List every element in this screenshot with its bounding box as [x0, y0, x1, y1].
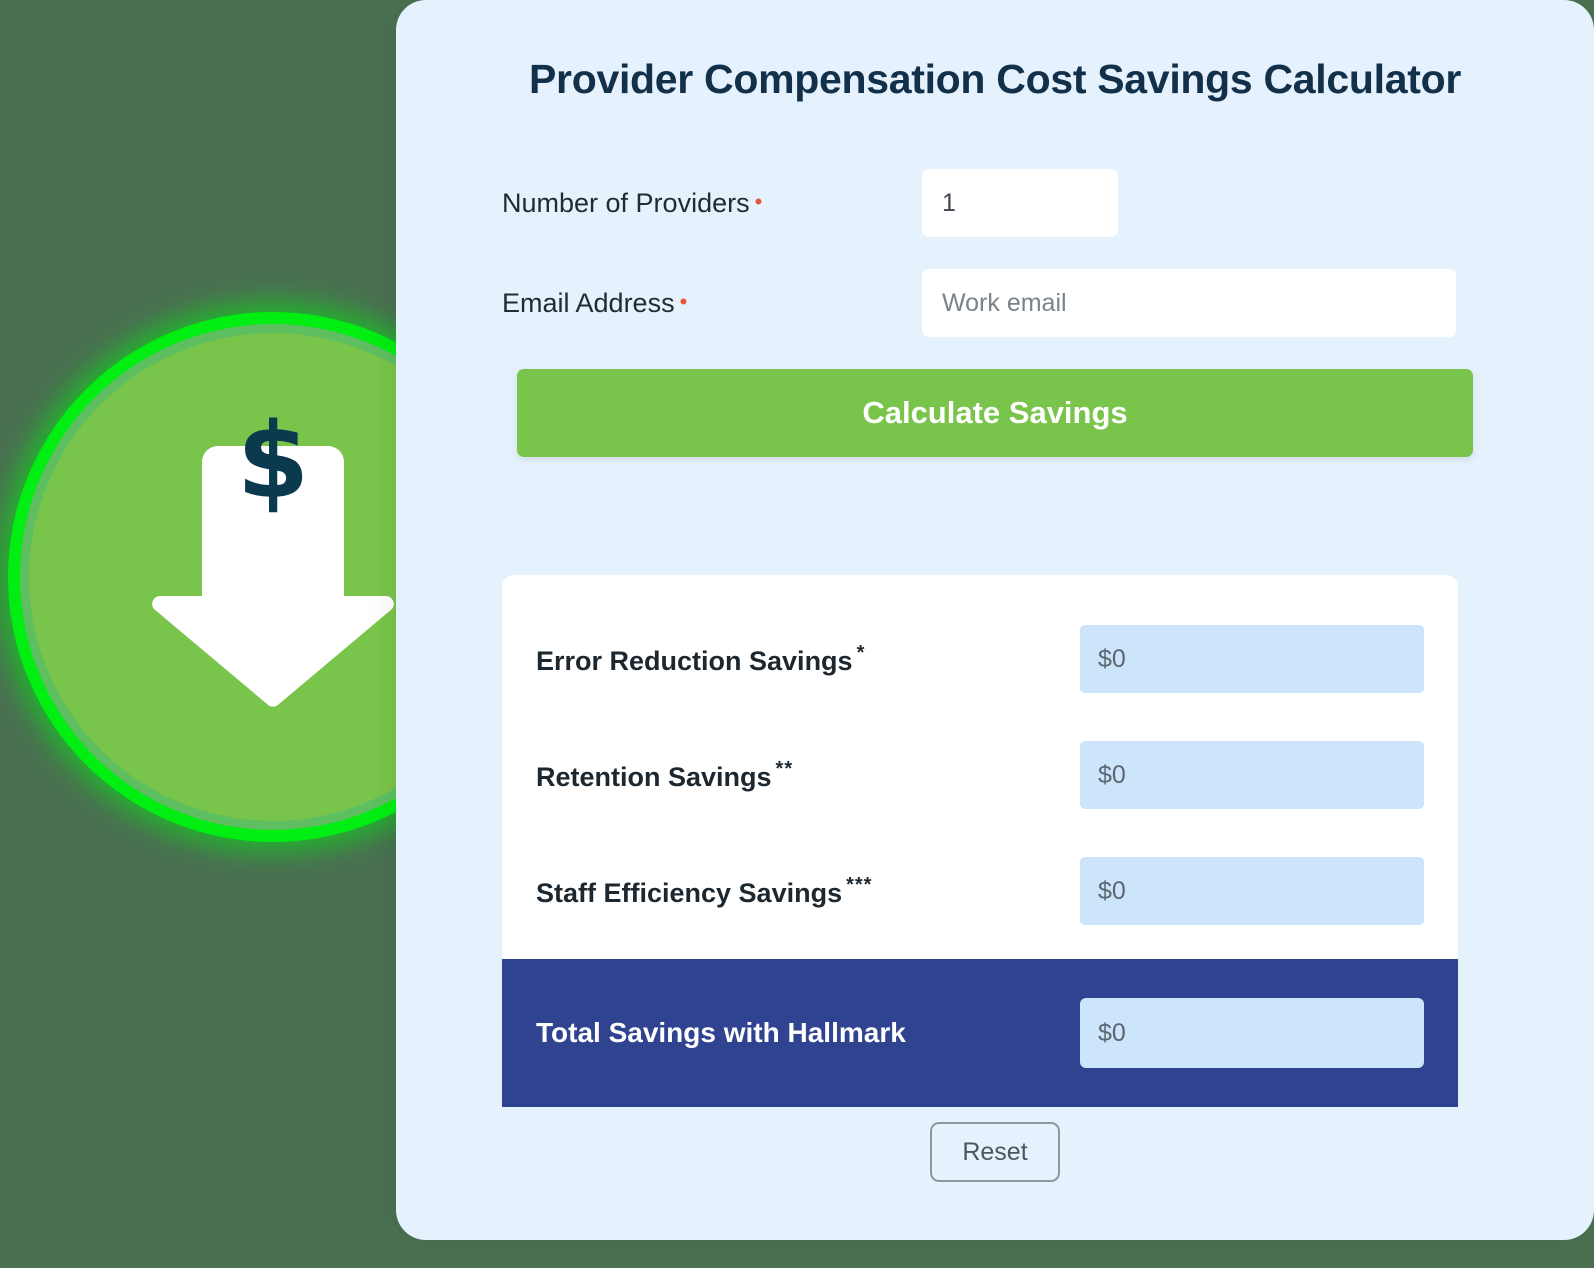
retention-value [1080, 741, 1424, 809]
page-title: Provider Compensation Cost Savings Calcu… [529, 56, 1461, 102]
calculator-card: Provider Compensation Cost Savings Calcu… [396, 0, 1594, 1240]
email-label-text: Email Address [502, 287, 675, 318]
reset-row: Reset [396, 1122, 1594, 1182]
result-row-staff-efficiency: Staff Efficiency Savings *** [502, 833, 1458, 949]
retention-label-text: Retention Savings [536, 761, 772, 792]
staff-efficiency-label: Staff Efficiency Savings *** [536, 874, 1080, 909]
total-savings-label: Total Savings with Hallmark [536, 1017, 906, 1048]
error-reduction-label: Error Reduction Savings * [536, 642, 1080, 677]
footnote-marker-2: ** [775, 757, 794, 780]
required-marker-email: • [679, 288, 688, 314]
result-row-error-reduction: Error Reduction Savings * [502, 601, 1458, 717]
footnote-marker-1: * [856, 641, 866, 664]
form-row-email: Email Address • [502, 269, 1546, 337]
total-savings-value [1080, 998, 1424, 1068]
calculate-savings-button[interactable]: Calculate Savings [517, 369, 1473, 457]
staff-efficiency-value [1080, 857, 1424, 925]
providers-input[interactable] [922, 169, 1118, 237]
dollar-sign-icon: $ [236, 400, 310, 522]
staff-efficiency-label-text: Staff Efficiency Savings [536, 877, 843, 908]
reset-button[interactable]: Reset [930, 1122, 1060, 1182]
error-reduction-label-text: Error Reduction Savings [536, 645, 853, 676]
email-label: Email Address • [502, 288, 922, 319]
total-savings-bar: Total Savings with Hallmark [502, 959, 1458, 1107]
result-row-retention: Retention Savings ** [502, 717, 1458, 833]
providers-label-text: Number of Providers [502, 187, 750, 218]
email-input[interactable] [922, 269, 1456, 337]
results-panel: Error Reduction Savings* Retention Savin… [502, 575, 1458, 973]
footnote-marker-3: *** [846, 873, 873, 896]
required-marker-providers: • [754, 188, 763, 214]
error-reduction-value [1080, 625, 1424, 693]
form-row-providers: Number of Providers • [502, 169, 1546, 237]
retention-label: Retention Savings ** [536, 758, 1080, 793]
input-form: Number of Providers• Email Address• [396, 169, 1594, 337]
providers-label: Number of Providers • [502, 188, 922, 219]
